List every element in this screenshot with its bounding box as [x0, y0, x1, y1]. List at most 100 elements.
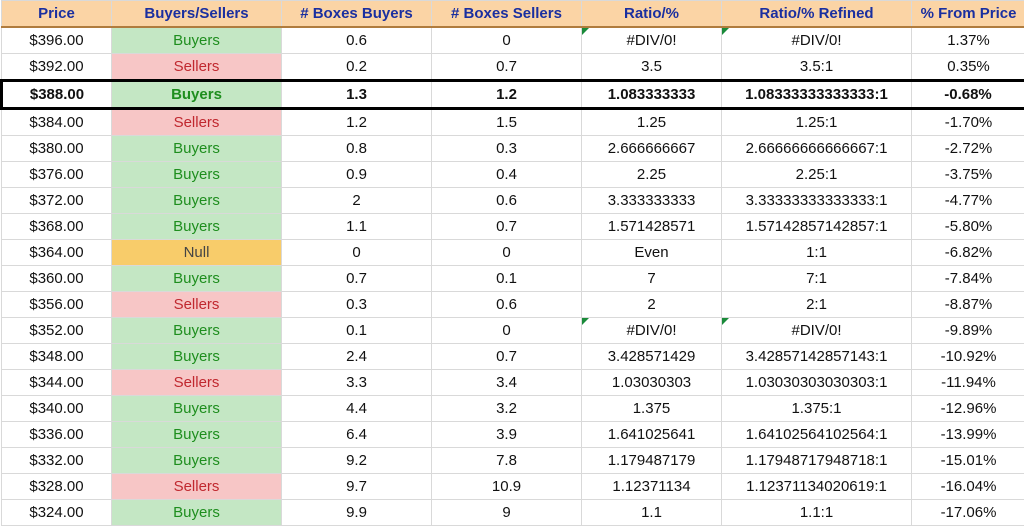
header-ratio[interactable]: Ratio/% [582, 1, 722, 28]
cell-price[interactable]: $344.00 [2, 370, 112, 396]
cell-ratio-refined[interactable]: 1.64102564102564:1 [722, 422, 912, 448]
cell-ratio[interactable]: 3.428571429 [582, 344, 722, 370]
cell-ratio-refined[interactable]: #DIV/0! [722, 27, 912, 54]
cell-ratio[interactable]: 1.083333333 [582, 81, 722, 109]
cell-ratio-refined[interactable]: 3.33333333333333:1 [722, 188, 912, 214]
cell-pct-from-price[interactable]: -6.82% [912, 240, 1024, 266]
cell-ratio[interactable]: 1.1 [582, 500, 722, 526]
cell-bs[interactable]: Buyers [112, 136, 282, 162]
cell-ratio-refined[interactable]: 1.1:1 [722, 500, 912, 526]
cell-boxes-sellers[interactable]: 0.7 [432, 54, 582, 81]
cell-bs[interactable]: Buyers [112, 422, 282, 448]
cell-boxes-buyers[interactable]: 6.4 [282, 422, 432, 448]
cell-bs[interactable]: Buyers [112, 318, 282, 344]
cell-bs[interactable]: Sellers [112, 370, 282, 396]
cell-boxes-sellers[interactable]: 1.5 [432, 109, 582, 136]
cell-price[interactable]: $384.00 [2, 109, 112, 136]
cell-ratio[interactable]: 1.641025641 [582, 422, 722, 448]
cell-boxes-sellers[interactable]: 7.8 [432, 448, 582, 474]
cell-pct-from-price[interactable]: -4.77% [912, 188, 1024, 214]
cell-ratio-refined[interactable]: 1.17948717948718:1 [722, 448, 912, 474]
cell-ratio-refined[interactable]: 1.03030303030303:1 [722, 370, 912, 396]
cell-price[interactable]: $356.00 [2, 292, 112, 318]
cell-bs[interactable]: Buyers [112, 214, 282, 240]
cell-ratio[interactable]: 1.179487179 [582, 448, 722, 474]
cell-ratio[interactable]: 1.571428571 [582, 214, 722, 240]
cell-boxes-sellers[interactable]: 3.9 [432, 422, 582, 448]
cell-price[interactable]: $336.00 [2, 422, 112, 448]
cell-boxes-sellers[interactable]: 0.3 [432, 136, 582, 162]
cell-boxes-buyers[interactable]: 9.7 [282, 474, 432, 500]
cell-pct-from-price[interactable]: -2.72% [912, 136, 1024, 162]
cell-boxes-buyers[interactable]: 0.3 [282, 292, 432, 318]
cell-boxes-buyers[interactable]: 0.8 [282, 136, 432, 162]
cell-pct-from-price[interactable]: -9.89% [912, 318, 1024, 344]
cell-ratio-refined[interactable]: 1.12371134020619:1 [722, 474, 912, 500]
cell-pct-from-price[interactable]: -16.04% [912, 474, 1024, 500]
cell-boxes-buyers[interactable]: 0.6 [282, 27, 432, 54]
cell-boxes-sellers[interactable]: 0 [432, 27, 582, 54]
header-boxes-sellers[interactable]: # Boxes Sellers [432, 1, 582, 28]
cell-pct-from-price[interactable]: -3.75% [912, 162, 1024, 188]
cell-boxes-sellers[interactable]: 0.1 [432, 266, 582, 292]
cell-pct-from-price[interactable]: -8.87% [912, 292, 1024, 318]
cell-bs[interactable]: Buyers [112, 344, 282, 370]
cell-ratio[interactable]: #DIV/0! [582, 27, 722, 54]
cell-bs[interactable]: Null [112, 240, 282, 266]
cell-price[interactable]: $352.00 [2, 318, 112, 344]
cell-bs[interactable]: Buyers [112, 500, 282, 526]
cell-pct-from-price[interactable]: -1.70% [912, 109, 1024, 136]
cell-ratio-refined[interactable]: 1.375:1 [722, 396, 912, 422]
cell-pct-from-price[interactable]: -5.80% [912, 214, 1024, 240]
cell-bs[interactable]: Sellers [112, 292, 282, 318]
cell-ratio-refined[interactable]: 3.42857142857143:1 [722, 344, 912, 370]
cell-bs[interactable]: Buyers [112, 27, 282, 54]
cell-boxes-buyers[interactable]: 9.9 [282, 500, 432, 526]
cell-boxes-buyers[interactable]: 0.2 [282, 54, 432, 81]
cell-boxes-sellers[interactable]: 0.6 [432, 188, 582, 214]
cell-price[interactable]: $392.00 [2, 54, 112, 81]
cell-ratio[interactable]: 1.12371134 [582, 474, 722, 500]
cell-pct-from-price[interactable]: -11.94% [912, 370, 1024, 396]
cell-bs[interactable]: Buyers [112, 188, 282, 214]
cell-boxes-buyers[interactable]: 9.2 [282, 448, 432, 474]
cell-price[interactable]: $364.00 [2, 240, 112, 266]
cell-boxes-buyers[interactable]: 0.9 [282, 162, 432, 188]
cell-ratio-refined[interactable]: 3.5:1 [722, 54, 912, 81]
cell-boxes-buyers[interactable]: 1.3 [282, 81, 432, 109]
cell-price[interactable]: $348.00 [2, 344, 112, 370]
header-ratio-refined[interactable]: Ratio/% Refined [722, 1, 912, 28]
cell-price[interactable]: $324.00 [2, 500, 112, 526]
cell-ratio[interactable]: Even [582, 240, 722, 266]
cell-ratio[interactable]: 2.25 [582, 162, 722, 188]
cell-price[interactable]: $380.00 [2, 136, 112, 162]
cell-boxes-sellers[interactable]: 0.6 [432, 292, 582, 318]
cell-ratio-refined[interactable]: 1.08333333333333:1 [722, 81, 912, 109]
cell-price[interactable]: $388.00 [2, 81, 112, 109]
cell-boxes-buyers[interactable]: 2 [282, 188, 432, 214]
cell-bs[interactable]: Sellers [112, 109, 282, 136]
cell-pct-from-price[interactable]: 1.37% [912, 27, 1024, 54]
cell-price[interactable]: $372.00 [2, 188, 112, 214]
cell-ratio-refined[interactable]: 2.25:1 [722, 162, 912, 188]
cell-pct-from-price[interactable]: -10.92% [912, 344, 1024, 370]
cell-ratio[interactable]: 1.25 [582, 109, 722, 136]
cell-boxes-buyers[interactable]: 4.4 [282, 396, 432, 422]
cell-pct-from-price[interactable]: -7.84% [912, 266, 1024, 292]
cell-bs[interactable]: Sellers [112, 54, 282, 81]
cell-boxes-buyers[interactable]: 0.7 [282, 266, 432, 292]
cell-boxes-buyers[interactable]: 0 [282, 240, 432, 266]
cell-ratio-refined[interactable]: 2:1 [722, 292, 912, 318]
cell-price[interactable]: $340.00 [2, 396, 112, 422]
cell-ratio-refined[interactable]: 7:1 [722, 266, 912, 292]
cell-pct-from-price[interactable]: -0.68% [912, 81, 1024, 109]
cell-boxes-buyers[interactable]: 1.2 [282, 109, 432, 136]
cell-ratio[interactable]: #DIV/0! [582, 318, 722, 344]
header-boxes-buyers[interactable]: # Boxes Buyers [282, 1, 432, 28]
cell-bs[interactable]: Buyers [112, 396, 282, 422]
cell-price[interactable]: $396.00 [2, 27, 112, 54]
cell-boxes-buyers[interactable]: 1.1 [282, 214, 432, 240]
cell-price[interactable]: $376.00 [2, 162, 112, 188]
cell-ratio[interactable]: 1.375 [582, 396, 722, 422]
cell-ratio[interactable]: 2 [582, 292, 722, 318]
